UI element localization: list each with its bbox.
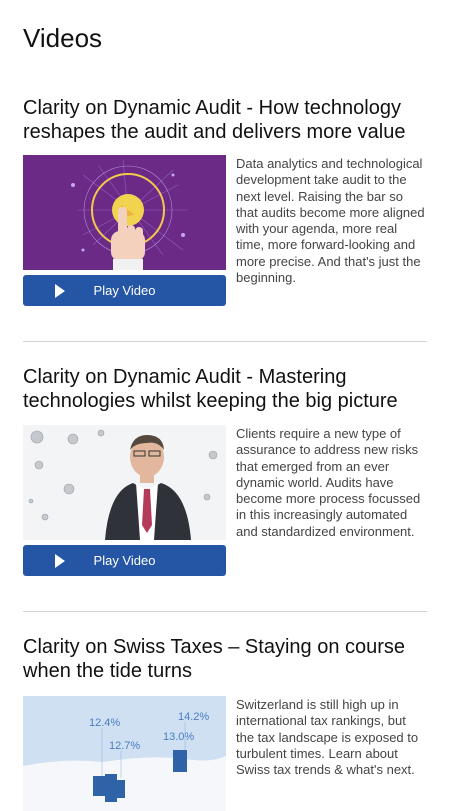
video-title[interactable]: Clarity on Swiss Taxes – Staying on cour… [23,635,427,683]
video-description: Clients require a new type of assurance … [236,426,421,539]
videos-page: Videos Clarity on Dynamic Audit - How te… [0,0,450,811]
video-thumbnail-tax-map-icon[interactable]: 12.4% 12.7% 14.2% 13.0% [23,696,226,811]
tax-stat-label: 14.2% [178,711,209,723]
video-description: Data analytics and technological develop… [236,156,425,286]
video-media: Play Video [23,425,226,576]
video-item: Clarity on Swiss Taxes – Staying on cour… [23,635,427,811]
video-item: Clarity on Dynamic Audit - How technolog… [23,96,427,306]
video-description: Switzerland is still high up in internat… [236,697,419,778]
video-media: 12.4% 12.7% 14.2% 13.0% [23,696,226,811]
play-video-label: Play Video [93,553,156,568]
play-video-button[interactable]: Play Video [23,545,226,576]
tax-stat-label: 12.4% [89,717,120,729]
play-icon [55,284,65,298]
play-video-button[interactable]: Play Video [23,275,226,306]
play-icon [55,554,65,568]
page-title: Videos [23,23,103,53]
divider [23,611,427,612]
video-thumbnail-hand-tapping-network-icon[interactable] [23,155,226,270]
divider [23,341,427,342]
video-title[interactable]: Clarity on Dynamic Audit - Mastering tec… [23,365,427,413]
play-video-label: Play Video [93,283,156,298]
video-media: Play Video [23,155,226,306]
video-item: Clarity on Dynamic Audit - Mastering tec… [23,365,427,576]
tax-stat-label: 12.7% [109,740,140,752]
video-thumbnail-speaker-portrait-icon[interactable] [23,425,226,540]
video-title[interactable]: Clarity on Dynamic Audit - How technolog… [23,96,427,144]
tax-stat-label: 13.0% [163,731,194,743]
